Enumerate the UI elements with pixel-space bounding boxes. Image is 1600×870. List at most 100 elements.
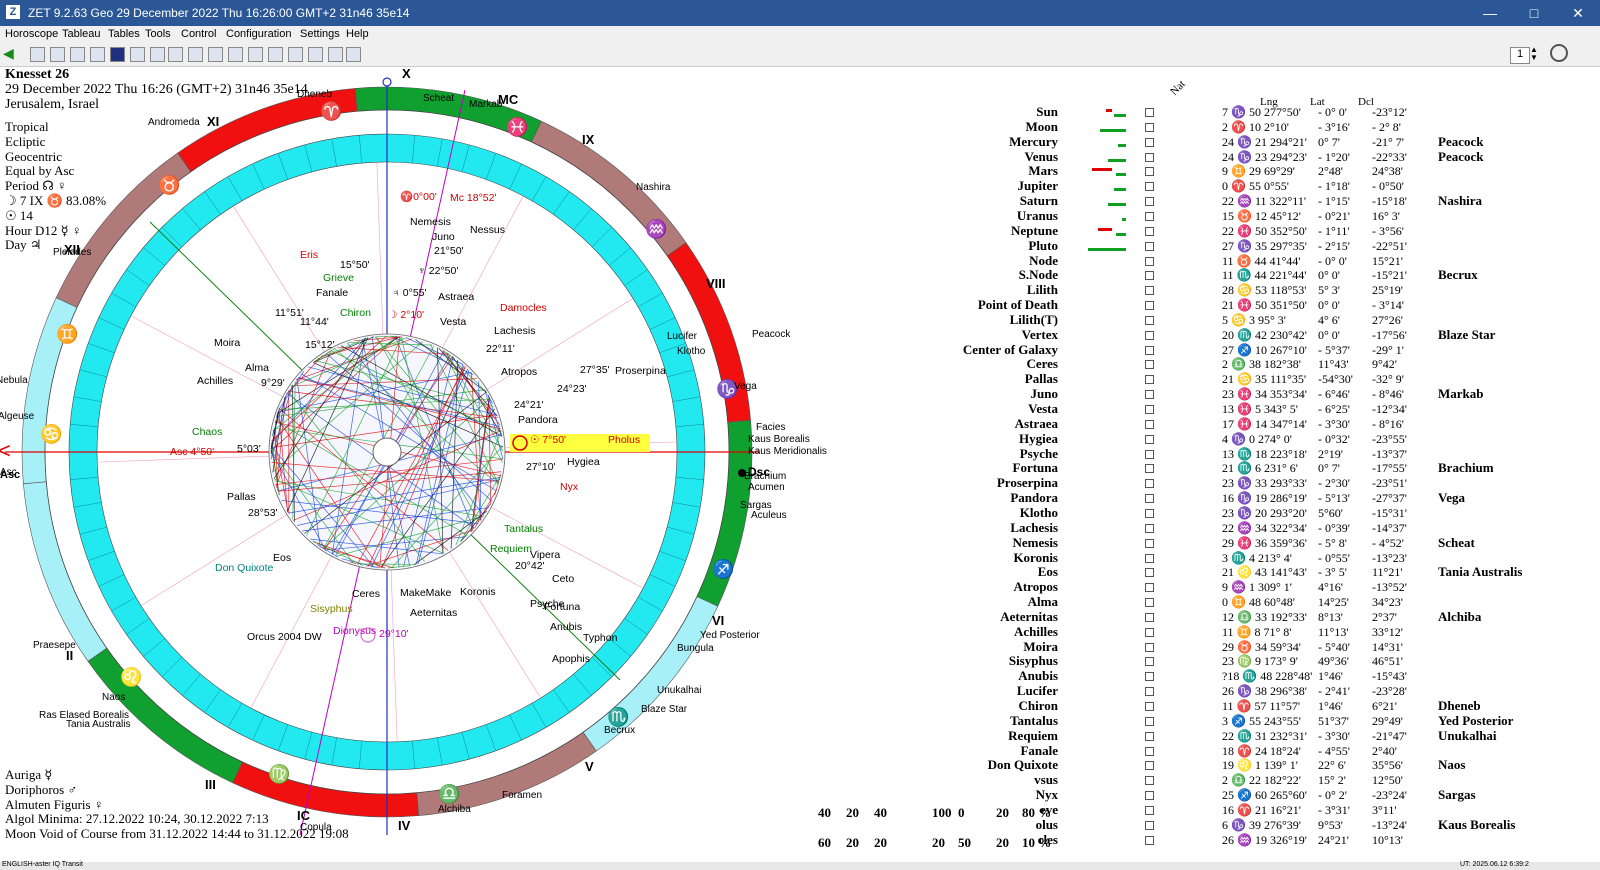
table-row-name[interactable]: Lilith(T) (1010, 312, 1058, 328)
grid-icon[interactable] (130, 47, 145, 62)
table-row-name[interactable]: Lilith (1027, 282, 1058, 298)
row-checkbox[interactable] (1145, 791, 1154, 801)
rectify-icon[interactable] (308, 47, 323, 62)
horoscope-wheel[interactable]: XMCICAsc DscIVXIIXXIIVIIIIIVIIIIV♈♓♒♑♐♏♎♍… (0, 66, 930, 856)
row-checkbox[interactable] (1145, 434, 1154, 444)
row-checkbox[interactable] (1145, 108, 1154, 117)
table-row-name[interactable]: Achilles (1014, 624, 1058, 640)
table-row-name[interactable]: Nyx (1036, 787, 1058, 803)
wheel-icon[interactable] (70, 47, 85, 62)
row-checkbox[interactable] (1145, 612, 1154, 622)
row-checkbox[interactable] (1145, 182, 1154, 192)
table-row-name[interactable]: Fortuna (1013, 460, 1059, 476)
table-row-name[interactable]: Fanale (1020, 743, 1058, 759)
orb-icon[interactable] (288, 47, 303, 62)
globe-icon[interactable] (50, 47, 65, 62)
table-row-name[interactable]: Hygiea (1019, 431, 1058, 447)
row-checkbox[interactable] (1145, 642, 1154, 652)
maximize-button[interactable]: □ (1512, 0, 1556, 26)
table-row-name[interactable]: Center of Galaxy (963, 342, 1058, 358)
report-icon[interactable] (208, 47, 223, 62)
table-icon[interactable] (30, 47, 45, 62)
row-checkbox[interactable] (1145, 820, 1154, 830)
row-checkbox[interactable] (1145, 152, 1154, 162)
page-number-field[interactable]: 1 (1510, 47, 1530, 64)
table-row-name[interactable]: Requiem (1008, 728, 1058, 744)
table-row-name[interactable]: Alma (1028, 594, 1058, 610)
menu-tableau[interactable]: Tableau (62, 28, 101, 40)
table-row-name[interactable]: Sun (1036, 104, 1058, 120)
row-checkbox[interactable] (1145, 746, 1154, 756)
row-checkbox[interactable] (1145, 464, 1154, 474)
table-row-name[interactable]: Nemesis (1013, 535, 1059, 551)
table-row-name[interactable]: Lachesis (1010, 520, 1058, 536)
row-checkbox[interactable] (1145, 494, 1154, 504)
table-row-name[interactable]: Psyche (1020, 446, 1058, 462)
back-arrow-icon[interactable]: ◀ (3, 46, 14, 63)
row-checkbox[interactable] (1145, 197, 1154, 207)
row-checkbox[interactable] (1145, 538, 1154, 548)
aspects-icon[interactable] (228, 47, 243, 62)
row-checkbox[interactable] (1145, 598, 1154, 608)
table-row-name[interactable]: Point of Death (978, 297, 1058, 313)
row-checkbox[interactable] (1145, 211, 1154, 221)
row-checkbox[interactable] (1145, 583, 1154, 593)
row-checkbox[interactable] (1145, 405, 1154, 414)
row-checkbox[interactable] (1145, 419, 1154, 429)
chart-icon[interactable] (90, 47, 105, 62)
table-row-name[interactable]: Don Quixote (988, 757, 1058, 773)
row-checkbox[interactable] (1145, 167, 1154, 177)
row-checkbox[interactable] (1145, 226, 1154, 236)
minimize-button[interactable]: — (1468, 0, 1512, 26)
menu-help[interactable]: Help (346, 28, 369, 40)
row-checkbox[interactable] (1145, 627, 1154, 637)
row-checkbox[interactable] (1145, 286, 1154, 296)
table-row-name[interactable]: Chiron (1019, 698, 1059, 714)
menu-tools[interactable]: Tools (145, 28, 171, 40)
table-row-name[interactable]: Lucifer (1017, 683, 1058, 699)
table-row-name[interactable]: Venus (1025, 149, 1058, 165)
row-checkbox[interactable] (1145, 805, 1154, 815)
table-row-name[interactable]: Aeternitas (1000, 609, 1058, 625)
sign-icon[interactable] (328, 47, 343, 62)
row-checkbox[interactable] (1145, 345, 1154, 355)
table-row-name[interactable]: Mercury (1009, 134, 1058, 150)
table-row-name[interactable]: Uranus (1017, 208, 1058, 224)
menu-tables[interactable]: Tables (108, 28, 140, 40)
transit-icon[interactable] (248, 47, 263, 62)
row-checkbox[interactable] (1145, 716, 1154, 726)
table-row-name[interactable]: Proserpina (997, 475, 1058, 491)
table-row-name[interactable]: Moon (1026, 119, 1059, 135)
row-checkbox[interactable] (1145, 375, 1154, 385)
table-row-name[interactable]: Klotho (1020, 505, 1058, 521)
table-row-name[interactable]: Vertex (1022, 327, 1058, 343)
table-row-name[interactable]: Jupiter (1018, 178, 1058, 194)
row-checkbox[interactable] (1145, 657, 1154, 667)
row-checkbox[interactable] (1145, 835, 1154, 845)
table-row-name[interactable]: Astraea (1015, 416, 1058, 432)
person-icon[interactable] (346, 47, 361, 62)
row-checkbox[interactable] (1145, 479, 1154, 489)
table-row-name[interactable]: Mars (1028, 163, 1058, 179)
row-checkbox[interactable] (1145, 761, 1154, 771)
close-button[interactable]: ✕ (1556, 0, 1600, 26)
zet-logo-icon[interactable]: Z (6, 5, 20, 19)
wheel-settings-icon[interactable] (1550, 44, 1568, 62)
menu-horoscope[interactable]: Horoscope (5, 28, 58, 40)
row-checkbox[interactable] (1145, 523, 1154, 533)
table-row-name[interactable]: S.Node (1019, 267, 1058, 283)
print-icon[interactable] (150, 47, 165, 62)
row-checkbox[interactable] (1145, 137, 1154, 147)
row-checkbox[interactable] (1145, 687, 1154, 697)
page-spinner[interactable]: ▲ ▼ (1530, 46, 1540, 63)
menu-configuration[interactable]: Configuration (226, 28, 291, 40)
table-row-name[interactable]: Anubis (1018, 668, 1058, 684)
table-row-name[interactable]: Koronis (1013, 550, 1058, 566)
table-row-name[interactable]: Atropos (1013, 579, 1058, 595)
row-checkbox[interactable] (1145, 330, 1154, 340)
table-row-name[interactable]: Vesta (1028, 401, 1058, 417)
table-row-name[interactable]: Eos (1038, 564, 1058, 580)
row-checkbox[interactable] (1145, 672, 1154, 682)
table-row-name[interactable]: Juno (1031, 386, 1058, 402)
row-checkbox[interactable] (1145, 568, 1154, 578)
